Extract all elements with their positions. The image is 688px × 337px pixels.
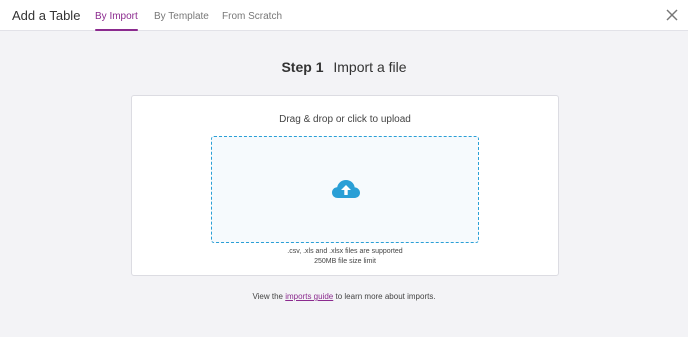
tab-by-import[interactable]: By Import bbox=[95, 11, 138, 31]
step-title: Import a file bbox=[333, 59, 407, 75]
imports-guide-text: View the imports guide to learn more abo… bbox=[0, 292, 688, 301]
tab-from-scratch[interactable]: From Scratch bbox=[222, 11, 282, 31]
modal-title: Add a Table bbox=[12, 8, 81, 23]
upload-card: Drag & drop or click to upload .csv, .xl… bbox=[131, 95, 559, 276]
cloud-upload-icon bbox=[332, 180, 360, 198]
imports-guide-link[interactable]: imports guide bbox=[285, 292, 333, 301]
close-button[interactable] bbox=[665, 8, 679, 22]
footer-suffix: to learn more about imports. bbox=[335, 292, 436, 301]
close-icon bbox=[666, 9, 678, 21]
file-dropzone[interactable] bbox=[211, 136, 479, 243]
size-limit-note: 250MB file size limit bbox=[314, 258, 376, 265]
formats-note: .csv, .xls and .xlsx files are supported bbox=[287, 248, 403, 255]
footer-prefix: View the bbox=[252, 292, 283, 301]
tab-by-template[interactable]: By Template bbox=[154, 11, 209, 31]
modal-header: Add a Table By Import By Template From S… bbox=[0, 0, 688, 31]
step-heading: Step 1 Import a file bbox=[0, 59, 688, 75]
upload-instruction: Drag & drop or click to upload bbox=[279, 114, 411, 125]
step-number: Step 1 bbox=[281, 59, 324, 75]
